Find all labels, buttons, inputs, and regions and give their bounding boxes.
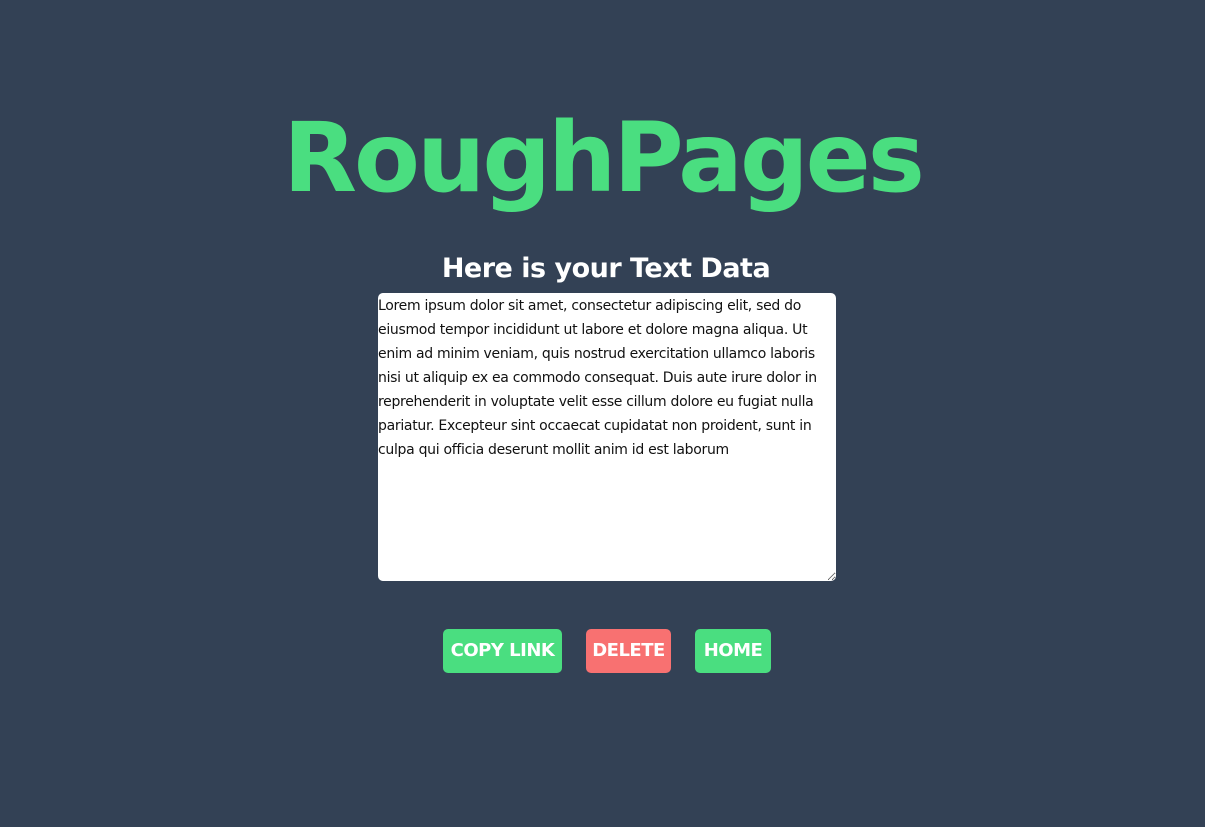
brand-title: RoughPages [283,102,925,214]
delete-button[interactable]: DELETE [586,629,671,673]
home-button[interactable]: HOME [695,629,771,673]
copy-link-button[interactable]: COPY LINK [443,629,562,673]
text-data-area[interactable]: Lorem ipsum dolor sit amet, consectetur … [378,293,836,581]
page-heading: Here is your Text Data [441,253,771,284]
page: RoughPages Here is your Text Data Lorem … [0,0,1205,827]
